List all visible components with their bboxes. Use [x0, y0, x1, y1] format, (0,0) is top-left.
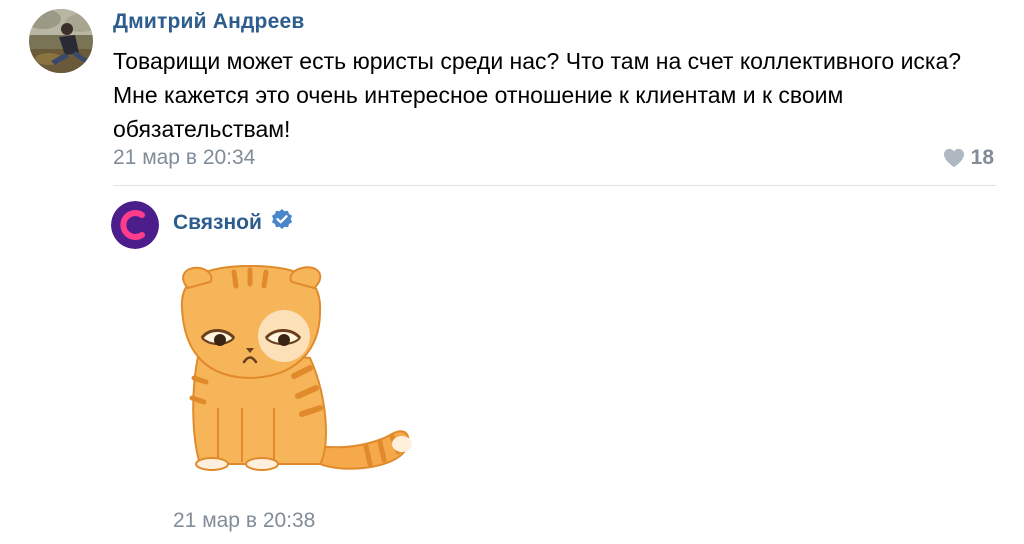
- like-button[interactable]: 18: [943, 146, 994, 170]
- heart-icon: [943, 148, 965, 168]
- comment-author[interactable]: Дмитрий Андреев: [113, 10, 304, 34]
- reply-timestamp[interactable]: 21 мар в 20:38: [173, 509, 315, 533]
- reply-author[interactable]: Связной: [173, 211, 262, 235]
- sad-cat-sticker[interactable]: [170, 258, 420, 478]
- like-count: 18: [970, 146, 994, 169]
- avatar[interactable]: [29, 9, 93, 73]
- comment-timestamp[interactable]: 21 мар в 20:34: [113, 146, 255, 170]
- verified-badge-icon: [270, 208, 294, 238]
- reply-author-row: Связной: [173, 208, 294, 238]
- reply-avatar[interactable]: [111, 201, 159, 249]
- comment-text: Товарищи может есть юристы среди нас? Чт…: [113, 48, 962, 142]
- divider: [113, 185, 996, 186]
